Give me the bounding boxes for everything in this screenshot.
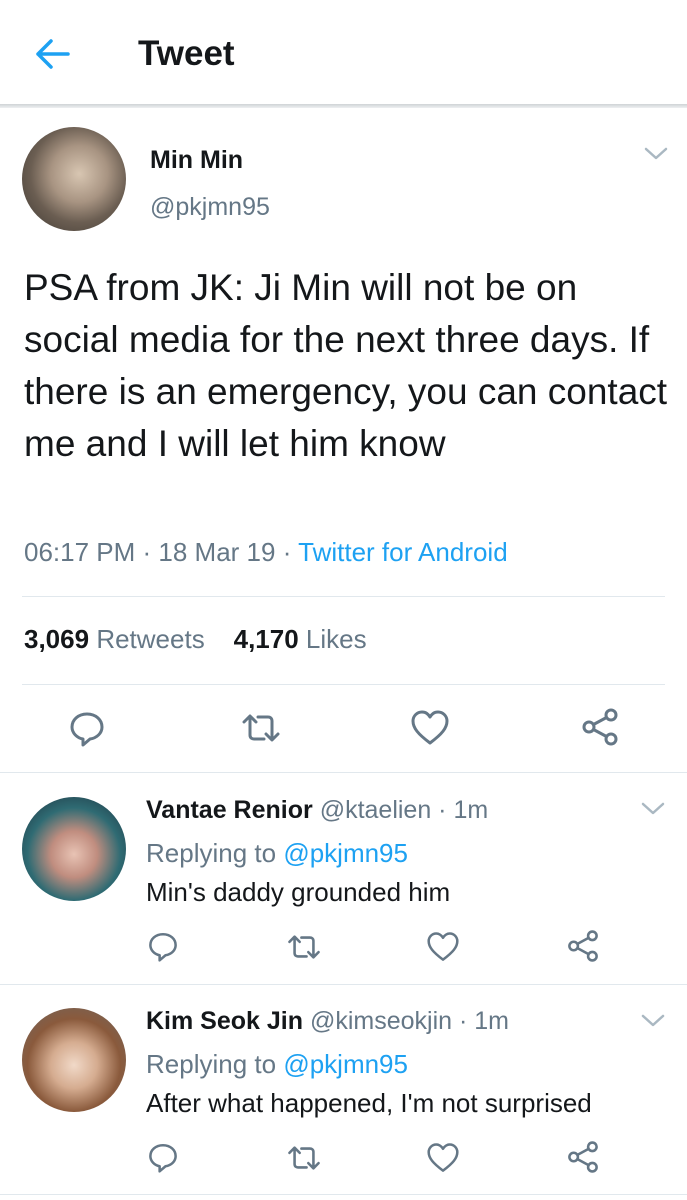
tweet-text: PSA from JK: Ji Min will not be on socia… [24,267,668,464]
page-title: Tweet [138,34,235,73]
meta-separator: · [135,537,159,567]
reply-author-name[interactable]: Vantae Renior [146,796,313,824]
likes-stat[interactable]: 4,170 Likes [234,624,367,654]
divider [22,596,665,597]
heart-icon[interactable] [426,1142,460,1174]
replying-to: Replying to @pkjmn95 [146,1049,408,1080]
author-name[interactable]: Min Min [150,146,243,175]
arrow-left-icon[interactable] [34,36,74,72]
reply-text: Min's daddy grounded him [146,877,451,907]
author-handle[interactable]: @pkjmn95 [150,193,270,222]
replying-to-label: Replying to [146,1049,277,1079]
share-nodes-icon[interactable] [566,929,600,963]
reply-header: Vantae Renior @ktaelien · 1m [146,796,488,825]
retweet-arrows-icon[interactable] [286,932,322,962]
divider [0,772,687,773]
heart-icon[interactable] [410,709,450,747]
speech-bubble-icon[interactable] [147,930,179,962]
avatar[interactable] [22,127,126,231]
chevron-down-icon[interactable] [640,1012,666,1030]
reply-author-name[interactable]: Kim Seok Jin [146,1007,303,1035]
heart-icon[interactable] [426,931,460,963]
share-nodes-icon[interactable] [566,1140,600,1174]
tweet-time: 06:17 PM [24,537,136,567]
reply-handle-time[interactable]: @ktaelien · 1m [320,796,489,824]
reply-header: Kim Seok Jin @kimseokjin · 1m [146,1007,509,1036]
tweet-date: 18 Mar 19 [158,537,276,567]
tweet-metadata: 06:17 PM · 18 Mar 19 · Twitter for Andro… [24,537,508,568]
speech-bubble-icon[interactable] [147,1141,179,1173]
replying-to: Replying to @pkjmn95 [146,838,408,869]
share-nodes-icon[interactable] [580,707,620,747]
divider [22,684,665,685]
header-divider [0,104,687,108]
replying-to-label: Replying to [146,838,277,868]
likes-label: Likes [305,624,367,654]
top-bar [0,0,687,106]
retweet-arrows-icon[interactable] [240,711,282,745]
tweet-source[interactable]: Twitter for Android [298,537,508,567]
reply-text: After what happened, I'm not surprised [146,1088,592,1118]
retweets-count: 3,069 [24,624,90,654]
avatar[interactable] [22,1008,126,1112]
divider [0,984,687,985]
divider [0,1194,687,1195]
avatar[interactable] [22,797,126,901]
tweet-stats: 3,069 Retweets 4,170 Likes [24,624,367,655]
retweet-arrows-icon[interactable] [286,1143,322,1173]
reply-handle-time[interactable]: @kimseokjin · 1m [310,1007,509,1035]
retweets-stat[interactable]: 3,069 Retweets [24,624,205,654]
chevron-down-icon[interactable] [640,800,666,818]
likes-count: 4,170 [233,624,299,654]
replying-to-handle[interactable]: @pkjmn95 [283,1049,408,1079]
speech-bubble-icon[interactable] [68,709,106,747]
chevron-down-icon[interactable] [643,145,669,163]
meta-separator: · [275,537,299,567]
replying-to-handle[interactable]: @pkjmn95 [283,838,408,868]
retweets-label: Retweets [96,624,205,654]
